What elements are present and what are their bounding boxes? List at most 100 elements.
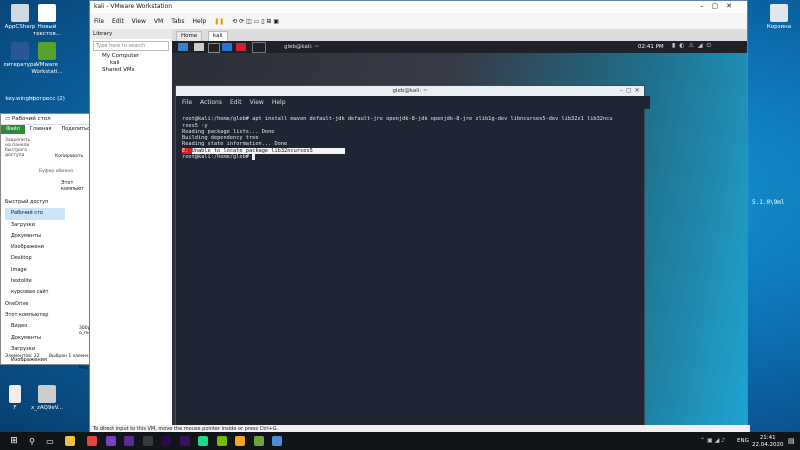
vm-display[interactable]: Home kali gleb@kali: ~ 02:41 PM ▮◐⚠◢⏻ gl…	[172, 29, 747, 439]
kali-clock: 02:41 PM	[638, 44, 664, 50]
chrome-icon[interactable]	[84, 433, 100, 449]
vm-tabbar: Home kali	[172, 29, 747, 41]
terminal-window[interactable]: gleb@kali: ~ –▢✕ File Actions Edit View …	[175, 85, 650, 439]
task-view-icon[interactable]: ▭	[42, 433, 58, 449]
terminal-prompt-line: root@kali:/home/gleb#	[182, 154, 638, 161]
explorer-window[interactable]: ▭ Рабочий стол Файл Главная Поделиться З…	[0, 113, 97, 371]
notification-icon[interactable]: ▤	[788, 437, 795, 445]
nav-item-downloads[interactable]: Загрузки	[5, 220, 65, 231]
explorer-titlebar: ▭ Рабочий стол	[1, 114, 97, 125]
word-icon	[11, 42, 29, 60]
vmware-icon[interactable]	[251, 433, 267, 449]
nav-item-onedrive[interactable]: OneDrive	[5, 299, 65, 310]
terminal-prompt: root@kali:/home/gleb#	[182, 154, 253, 161]
window-title: kali - VMware Workstation	[94, 3, 172, 10]
vs2-icon[interactable]	[121, 433, 137, 449]
desktop-icon-zip[interactable]: x_zAQ9eV...	[28, 385, 66, 412]
nav-item-desktop[interactable]: Рабочий сто	[5, 208, 65, 220]
vmware-icon-glyph	[253, 436, 264, 446]
desktop-icon-text[interactable]: Новый текстов...	[28, 4, 66, 38]
toolbar-icons[interactable]: ⟲ ⟳ ◫ ▭ ▯ ⊞ ▣	[228, 18, 283, 25]
desktop-background-text: 5.1.0\9ml	[752, 199, 785, 206]
terminal-title: gleb@kali: ~	[176, 86, 644, 96]
term-menu-edit[interactable]: Edit	[230, 99, 242, 106]
terminal-output[interactable]: root@kali:/home/gleb# apt install maven …	[182, 110, 638, 173]
workspace-icon[interactable]	[252, 42, 266, 53]
explorer-ribbon-tabs: Файл Главная Поделиться	[1, 125, 93, 134]
desktop-icon-label: Новый текстов...	[33, 24, 61, 37]
tab-kali[interactable]: kali	[208, 31, 228, 41]
language-indicator[interactable]: ENG	[737, 438, 749, 444]
task-icon[interactable]	[269, 433, 285, 449]
pycharm-icon[interactable]	[195, 433, 211, 449]
tray-icons[interactable]: ▮◐⚠◢⏻	[672, 42, 715, 50]
terminal-menubar: File Actions Edit View Help	[176, 96, 650, 109]
menu-tabs[interactable]: Tabs	[167, 18, 188, 25]
sublime-icon-glyph	[142, 436, 153, 446]
terminal-window-controls[interactable]: –▢✕	[620, 87, 643, 94]
taskbar-item-terminal[interactable]: gleb@kali: ~	[284, 42, 319, 52]
tab-home[interactable]: Home	[176, 31, 203, 41]
nvidia-icon[interactable]	[214, 433, 230, 449]
nav-item-coursework[interactable]: курсовая сайт	[5, 287, 65, 298]
vs-icon[interactable]	[103, 433, 119, 449]
term-menu-help[interactable]: Help	[272, 99, 286, 106]
nav-item-quick-access[interactable]: Быстрый доступ	[5, 197, 65, 208]
search-icon[interactable]: ⚲	[24, 433, 40, 449]
colors-icon[interactable]	[232, 433, 248, 449]
tab-file[interactable]: Файл	[1, 125, 25, 134]
pr-icon[interactable]	[158, 433, 174, 449]
terminal-icon[interactable]	[208, 43, 220, 53]
error-text: Unable to locate package lib32ncurses5	[191, 147, 313, 154]
desktop-icon-recycle-bin[interactable]: Корзина	[760, 4, 798, 31]
folder-icon: ▭	[5, 116, 11, 122]
nav-item-image[interactable]: Image	[5, 265, 65, 276]
tree-item-shared-vms[interactable]: Shared VMs	[102, 67, 172, 74]
desktop-icon-vmware[interactable]: VMware Workstati...	[28, 42, 66, 76]
desktop-icon-progress[interactable]: прогресс (2)	[28, 96, 66, 103]
recycle-bin-icon	[770, 4, 788, 22]
copy-button[interactable]: Копировать	[55, 154, 83, 159]
nav-item-desktop2[interactable]: Desktop	[5, 253, 65, 264]
window-controls[interactable]: –▢✕	[700, 2, 740, 10]
nav-item-documents[interactable]: Документы	[5, 231, 65, 242]
files-icon[interactable]	[194, 43, 204, 51]
vmware-titlebar: kali - VMware Workstation –▢✕	[90, 1, 747, 13]
nav-item-this-pc[interactable]: Этот компьютер	[5, 310, 65, 321]
library-search-input[interactable]: Type here to search	[93, 41, 169, 51]
tab-home[interactable]: Главная	[25, 125, 57, 134]
term-menu-file[interactable]: File	[182, 99, 192, 106]
menu-file[interactable]: File	[90, 18, 108, 25]
nav-item-pictures[interactable]: Изображени	[5, 242, 65, 253]
menu-edit[interactable]: Edit	[108, 18, 128, 25]
term-menu-view[interactable]: View	[250, 99, 264, 106]
menu-vm[interactable]: VM	[150, 18, 167, 25]
menu-help[interactable]: Help	[189, 18, 211, 25]
library-header: Library	[90, 29, 172, 39]
clock-date: 22.04.2020	[752, 442, 784, 448]
browser-icon[interactable]	[222, 43, 232, 51]
desktop-icon-label: x_zAQ9eV...	[30, 405, 64, 411]
tree-item-my-computer[interactable]: My Computer	[102, 53, 172, 60]
explorer-taskbar-icon[interactable]	[62, 433, 78, 449]
navigation-pane: Быстрый доступ Рабочий сто Загрузки Доку…	[5, 197, 65, 366]
term-menu-actions[interactable]: Actions	[200, 99, 222, 106]
sublime-icon[interactable]	[140, 433, 156, 449]
nav-item-textolite[interactable]: textolite	[5, 276, 65, 287]
archive-icon	[38, 385, 56, 403]
nav-item-videos[interactable]: Видео	[5, 321, 65, 332]
vmware-window[interactable]: kali - VMware Workstation –▢✕ File Edit …	[89, 0, 750, 439]
taskbar-clock[interactable]: 21:41 22.04.2020	[752, 435, 784, 449]
menu-view[interactable]: View	[128, 18, 150, 25]
desktop-icon-label: прогресс (2)	[29, 96, 65, 102]
kali-menu-icon[interactable]	[178, 43, 188, 51]
pin-button[interactable]: Закрепить на панели быстрого доступа	[5, 138, 35, 158]
pause-icon[interactable]: ❚❚	[210, 18, 228, 25]
start-button[interactable]: ⊞	[6, 433, 22, 449]
library-pane: Library Type here to search My Computer …	[90, 29, 173, 426]
app-icon[interactable]	[236, 43, 246, 51]
nav-item-documents2[interactable]: Документы	[5, 333, 65, 344]
tree-item-kali[interactable]: kali	[102, 60, 172, 67]
pr2-icon[interactable]	[177, 433, 193, 449]
tray-icons[interactable]: ⌃▣◢♪	[700, 437, 727, 444]
